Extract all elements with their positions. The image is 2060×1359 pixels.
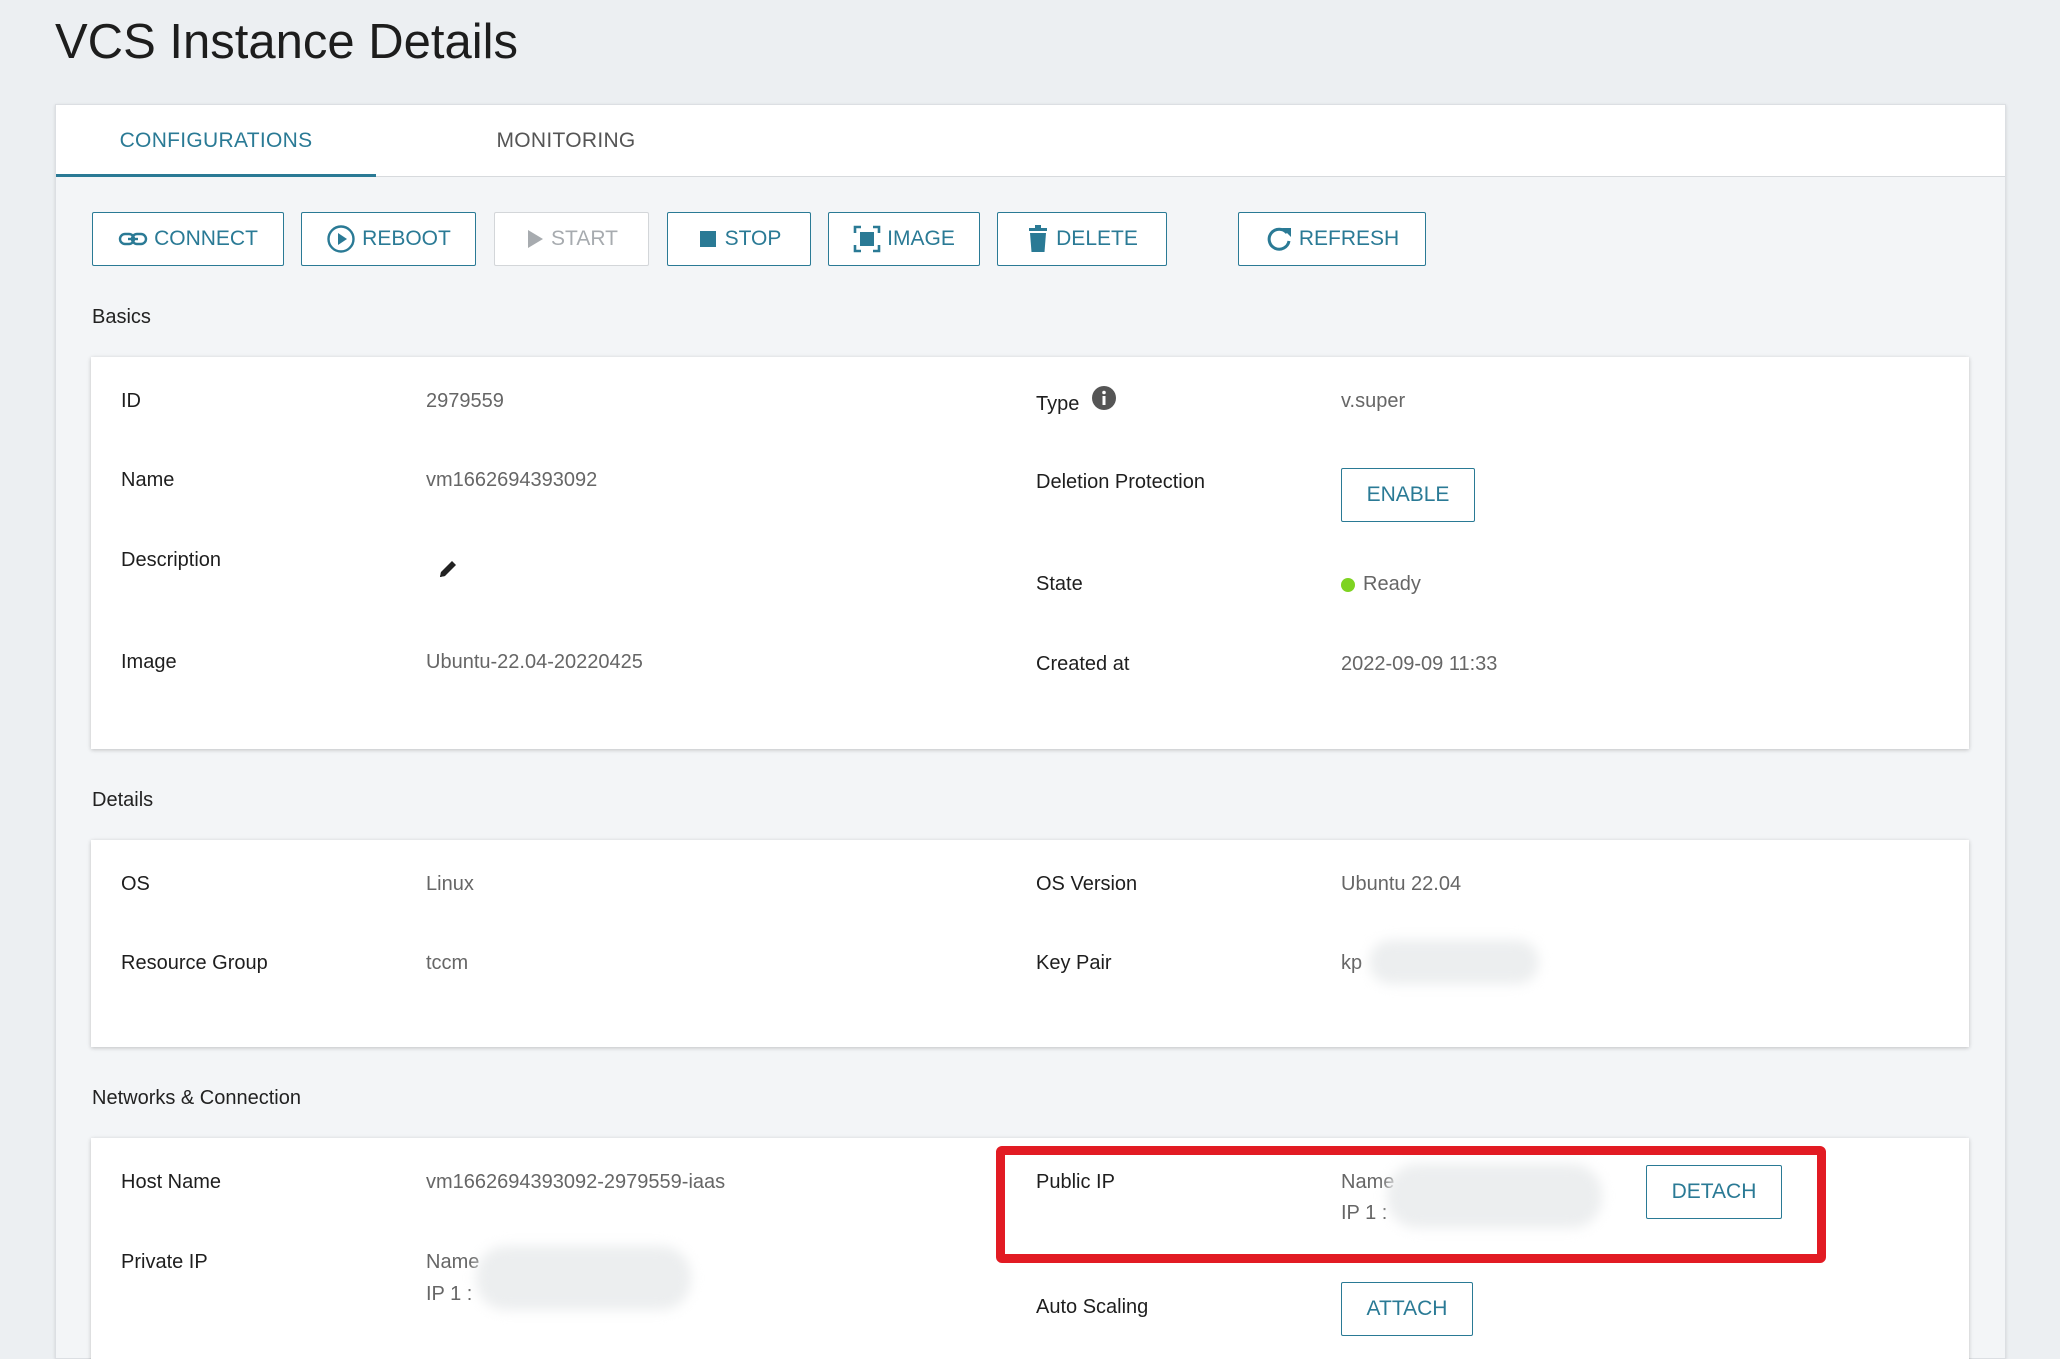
pencil-icon[interactable] [437,558,459,580]
section-network-title: Networks & Connection [92,1087,301,1109]
info-icon[interactable] [1091,385,1117,411]
auto-scaling-label: Auto Scaling [1036,1296,1149,1318]
instance-details-card: CONFIGURATIONS MONITORING CONNECT REBOOT… [55,104,2006,1359]
key-pair-redaction [1369,940,1539,984]
image-label: IMAGE [887,227,955,250]
deletion-protection-label: Deletion Protection [1036,471,1205,493]
key-pair-value: kp [1341,952,1363,974]
status-dot-icon [1341,577,1355,592]
id-value: 2979559 [426,390,504,412]
play-icon [528,230,544,248]
section-basics-title: Basics [92,306,151,328]
details-panel: OS Linux Resource Group tccm OS Version … [91,840,1969,1047]
connect-button[interactable]: CONNECT [92,212,284,266]
name-value: vm1662694393092 [426,469,598,491]
start-button[interactable]: START [494,212,649,266]
os-label: OS [121,873,150,895]
image-value: Ubuntu-22.04-20220425 [426,651,643,673]
page-title: VCS Instance Details [55,15,518,69]
trash-icon [1029,225,1048,252]
host-name-value: vm1662694393092-2979559-iaas [426,1171,726,1193]
start-label: START [551,227,618,250]
tab-monitoring[interactable]: MONITORING [416,105,716,177]
image-label-field: Image [121,651,177,673]
tab-configurations[interactable]: CONFIGURATIONS [56,105,376,177]
tab-bar: CONFIGURATIONS MONITORING [56,105,2005,177]
state-value: Ready [1363,573,1421,595]
private-ip-name: Name [426,1251,480,1273]
stop-square-icon [699,231,716,247]
type-label: Type [1036,393,1080,415]
key-pair-label: Key Pair [1036,952,1112,974]
state-label: State [1036,573,1083,595]
private-ip-address: IP 1 : [426,1283,473,1305]
resource-group-label: Resource Group [121,952,268,974]
private-ip-redaction [476,1246,691,1310]
basics-panel: ID 2979559 Name vm1662694393092 Descript… [91,357,1969,749]
stop-label: STOP [724,227,782,250]
os-value: Linux [426,873,474,895]
enable-deletion-protection-button[interactable]: ENABLE [1341,468,1475,522]
delete-label: DELETE [1056,227,1138,250]
highlight-box [996,1146,1826,1263]
created-at-label: Created at [1036,653,1130,675]
image-frame-icon [853,225,881,253]
attach-button[interactable]: ATTACH [1341,1282,1473,1336]
created-at-value: 2022-09-09 11:33 [1341,653,1498,675]
play-circle-icon [327,225,355,253]
connect-label: CONNECT [154,227,258,250]
image-button[interactable]: IMAGE [828,212,980,266]
name-label: Name [121,469,175,491]
refresh-icon [1267,227,1291,251]
type-value: v.super [1341,390,1406,412]
description-label: Description [121,549,222,571]
reboot-button[interactable]: REBOOT [301,212,476,266]
refresh-button[interactable]: REFRESH [1238,212,1426,266]
os-version-value: Ubuntu 22.04 [1341,873,1462,895]
section-details-title: Details [92,789,154,811]
resource-group-value: tccm [426,952,469,974]
id-label: ID [121,390,141,412]
reboot-label: REBOOT [362,227,451,250]
private-ip-label: Private IP [121,1251,208,1273]
host-name-label: Host Name [121,1171,222,1193]
link-icon [118,232,148,246]
os-version-label: OS Version [1036,873,1138,895]
delete-button[interactable]: DELETE [997,212,1167,266]
stop-button[interactable]: STOP [667,212,811,266]
state-indicator: Ready [1341,573,1421,596]
refresh-label: REFRESH [1298,227,1400,250]
